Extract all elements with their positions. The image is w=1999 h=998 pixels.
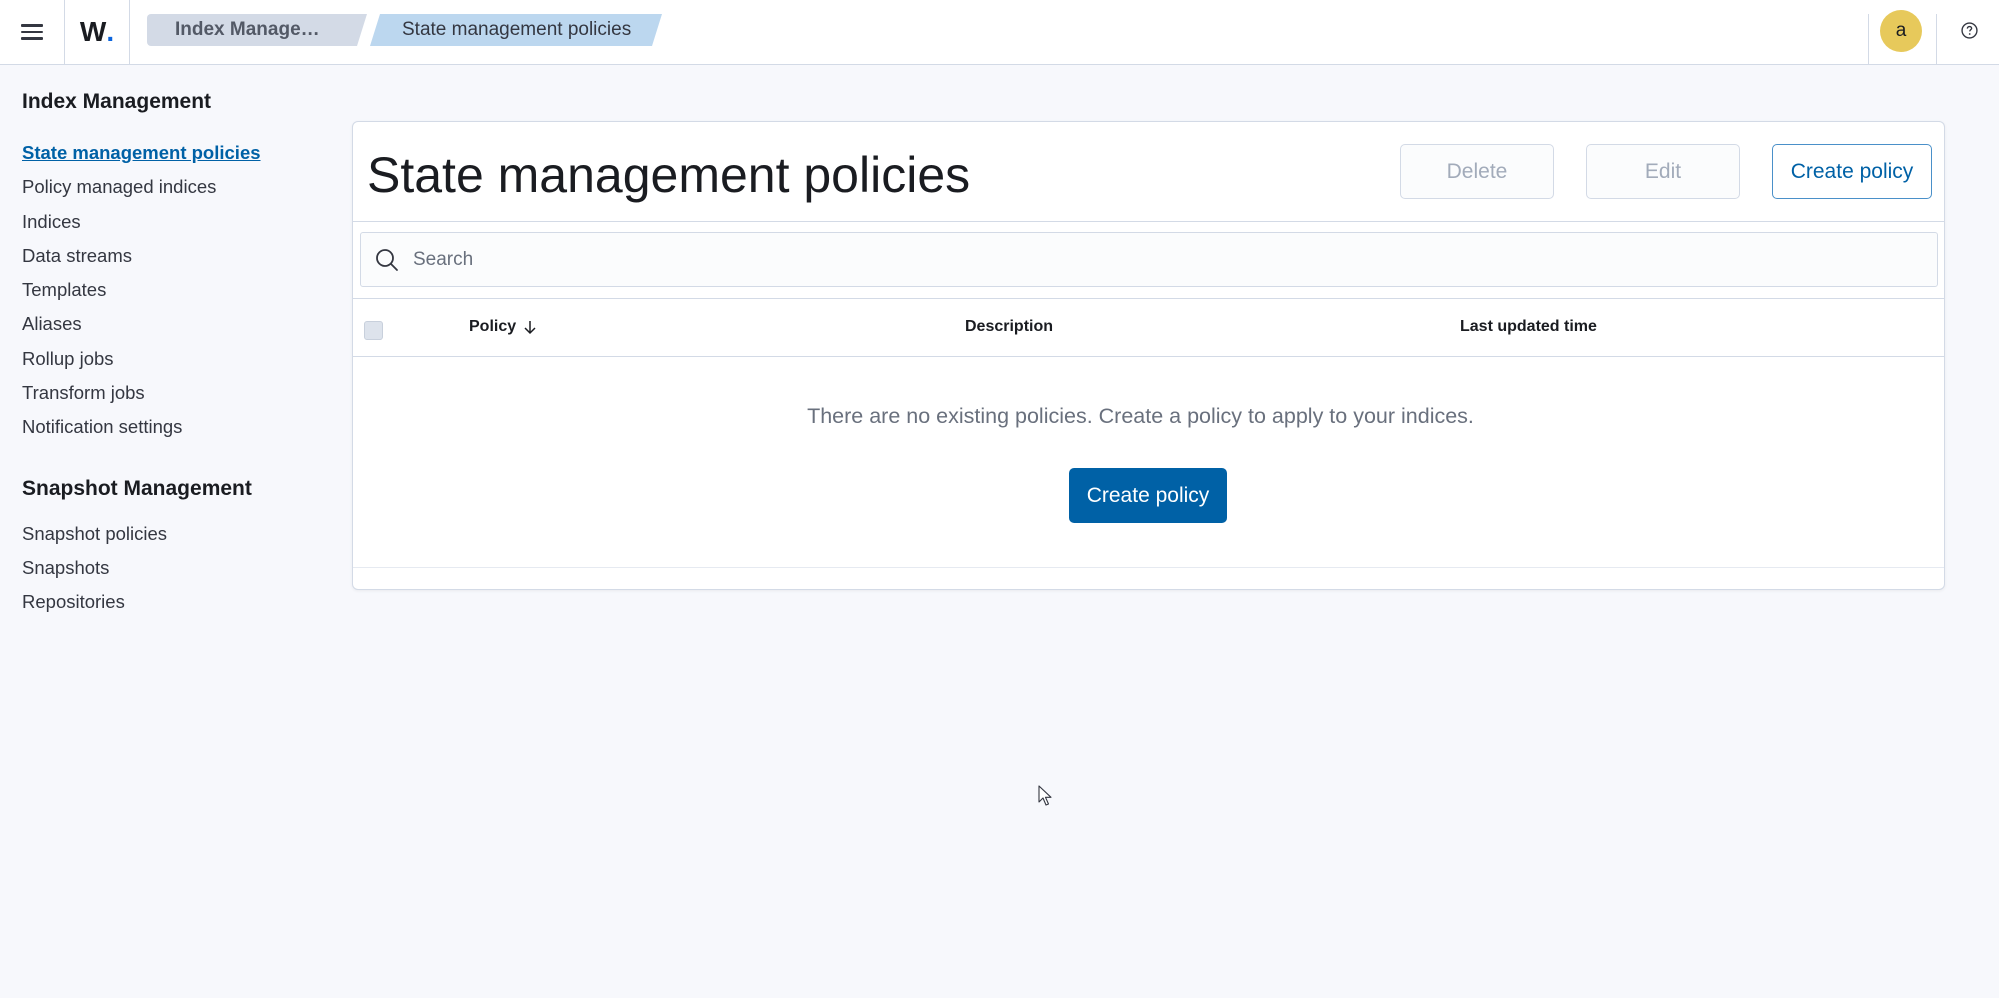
search-icon — [376, 249, 398, 271]
logo-dot: . — [106, 16, 115, 47]
logo-letter: W — [79, 16, 107, 47]
edit-button[interactable]: Edit — [1586, 144, 1740, 199]
page-title: State management policies — [367, 147, 971, 203]
mouse-cursor-icon — [1038, 785, 1052, 806]
side-nav: Index Management State management polici… — [22, 90, 322, 620]
sidebar-item-indices[interactable]: Indices — [22, 205, 322, 239]
index-management-list: State management policies Policy managed… — [22, 136, 322, 445]
breadcrumb-index-management[interactable]: Index Manage… — [147, 14, 367, 46]
search-box[interactable] — [360, 232, 1938, 287]
avatar-initial: a — [1895, 20, 1907, 41]
delete-button[interactable]: Delete — [1400, 144, 1554, 199]
create-policy-primary-button[interactable]: Create policy — [1069, 468, 1227, 523]
sidebar-item-aliases[interactable]: Aliases — [22, 307, 322, 341]
sidebar-item-repositories[interactable]: Repositories — [22, 585, 322, 619]
column-header-policy[interactable]: Policy — [469, 318, 538, 336]
arrow-down-icon — [524, 321, 536, 335]
table-header: Policy Description Last updated time — [353, 299, 1944, 357]
breadcrumb-label: Index Manage… — [175, 19, 320, 40]
help-button[interactable] — [1958, 19, 1980, 41]
divider — [353, 221, 1944, 222]
breadcrumb-label: State management policies — [402, 19, 632, 40]
sidebar-item-transform-jobs[interactable]: Transform jobs — [22, 376, 322, 410]
menu-icon — [21, 24, 43, 40]
select-all-checkbox[interactable] — [364, 321, 383, 340]
breadcrumb-state-management-policies[interactable]: State management policies — [370, 14, 662, 46]
sidebar-item-policy-managed-indices[interactable]: Policy managed indices — [22, 170, 322, 204]
snapshot-management-heading: Snapshot Management — [22, 476, 252, 500]
policies-panel: State management policies Delete Edit Cr… — [352, 121, 1945, 590]
sidebar-item-rollup-jobs[interactable]: Rollup jobs — [22, 342, 322, 376]
help-icon — [1960, 21, 1978, 39]
empty-state-text: There are no existing policies. Create a… — [807, 404, 1474, 428]
header-divider — [1936, 14, 1937, 64]
app-logo[interactable]: W. — [65, 0, 130, 64]
divider — [353, 567, 1944, 568]
column-header-description: Description — [965, 318, 1054, 335]
user-avatar[interactable]: a — [1880, 10, 1922, 52]
sidebar-item-snapshots[interactable]: Snapshots — [22, 551, 322, 585]
snapshot-management-list: Snapshot policies Snapshots Repositories — [22, 517, 322, 620]
column-header-label: Policy — [469, 318, 517, 335]
header-divider — [1868, 14, 1869, 64]
sidebar-item-templates[interactable]: Templates — [22, 273, 322, 307]
menu-button[interactable] — [0, 0, 65, 64]
sidebar-item-data-streams[interactable]: Data streams — [22, 239, 322, 273]
top-header: W. Index Manage… State management polici… — [0, 0, 1999, 65]
index-management-heading: Index Management — [22, 90, 212, 113]
search-input[interactable] — [413, 233, 1913, 286]
sidebar-item-snapshot-policies[interactable]: Snapshot policies — [22, 517, 322, 551]
sidebar-item-state-management-policies[interactable]: State management policies — [22, 136, 322, 170]
empty-state-message: There are no existing policies. Create a… — [353, 404, 1944, 429]
sidebar-item-notification-settings[interactable]: Notification settings — [22, 410, 322, 444]
column-header-last-updated: Last updated time — [1460, 318, 1597, 335]
breadcrumb: Index Manage… State management policies — [147, 14, 662, 46]
create-policy-button[interactable]: Create policy — [1772, 144, 1932, 199]
